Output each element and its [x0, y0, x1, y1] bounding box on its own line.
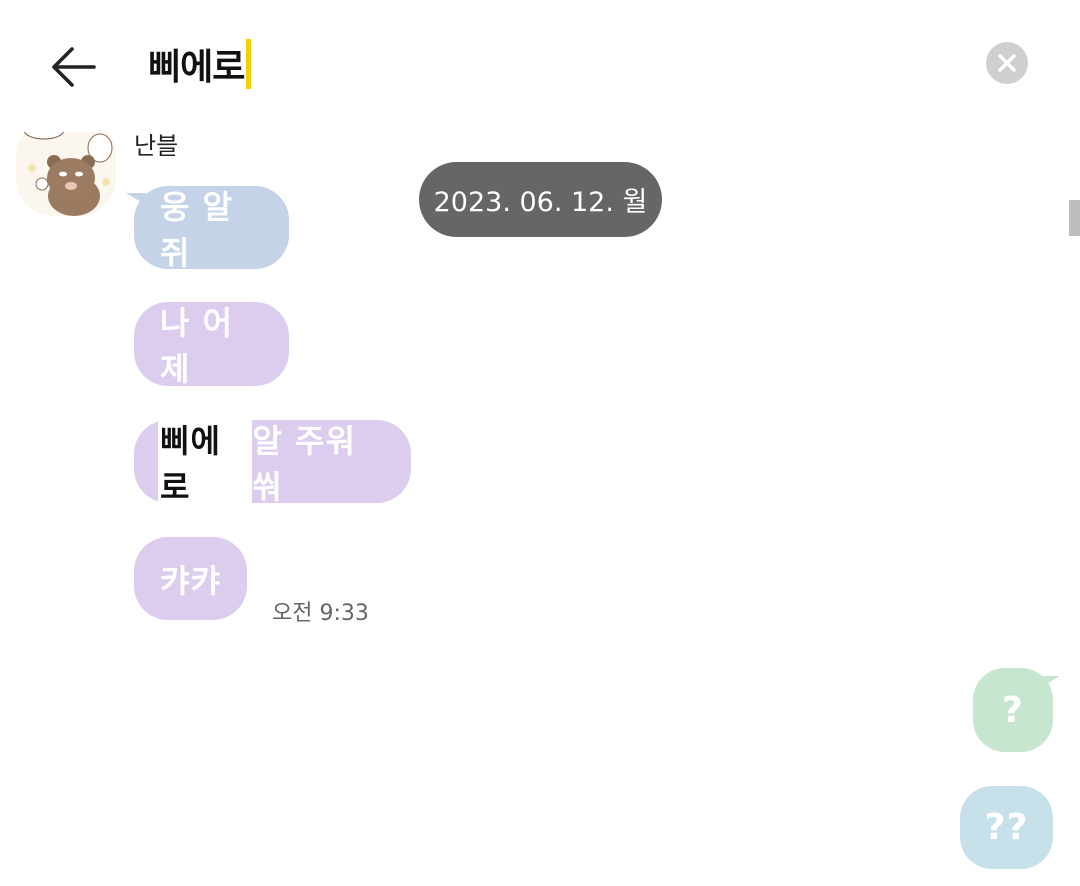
message-text: 웅 알쥐 — [160, 187, 234, 272]
scrollbar-thumb[interactable] — [1069, 200, 1080, 236]
incoming-message-search-match[interactable]: 삐에로 알 주워쒀 — [134, 415, 411, 508]
incoming-message[interactable]: 웅 알쥐 — [134, 186, 289, 272]
close-icon — [998, 54, 1016, 72]
message-text: 알 주워쒀 — [252, 421, 356, 506]
search-highlight: 삐에로 — [158, 415, 253, 508]
message-timestamp: 오전 9:33 — [272, 601, 369, 626]
bear-character-image — [16, 118, 116, 216]
message-text: 캬캬 — [160, 561, 221, 600]
search-input[interactable]: 삐에로 — [148, 36, 938, 92]
text-caret — [246, 39, 252, 89]
date-badge: 2023. 06. 12. 월 — [419, 162, 662, 237]
sender-avatar[interactable] — [16, 118, 116, 216]
clear-search-button[interactable] — [986, 42, 1028, 84]
outgoing-message[interactable]: ? — [973, 668, 1053, 752]
back-button[interactable] — [40, 36, 106, 98]
incoming-message[interactable]: 나 어제 — [134, 302, 289, 388]
chat-search-screen: 삐에로 난블 2023. 06. 12. 월 웅 알쥐 나 어제 삐에로 알 주… — [0, 0, 1080, 886]
search-query: 삐에로 — [148, 47, 245, 88]
outgoing-message[interactable]: ?? — [960, 786, 1053, 869]
message-text: ?? — [984, 807, 1029, 848]
search-header: 삐에로 — [0, 0, 1080, 132]
message-text: 나 어제 — [160, 304, 234, 388]
incoming-message[interactable]: 캬캬 — [134, 537, 247, 620]
message-text: ? — [1002, 689, 1024, 731]
arrow-left-icon — [52, 47, 96, 87]
